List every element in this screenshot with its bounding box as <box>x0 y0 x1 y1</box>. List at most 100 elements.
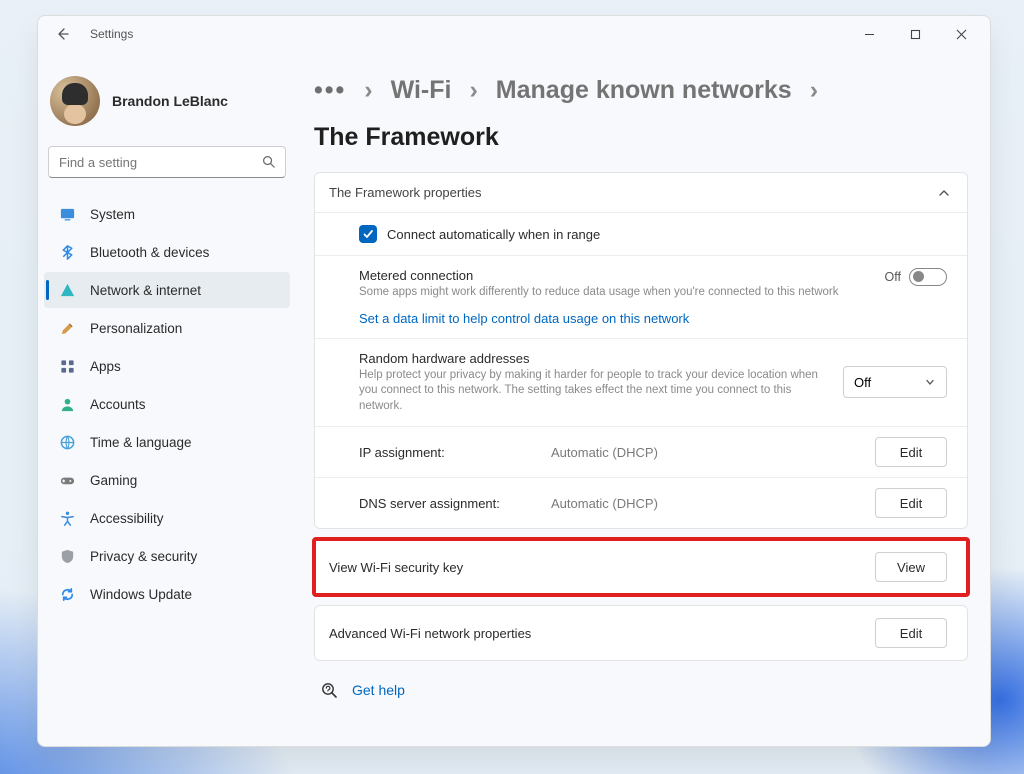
breadcrumb-overflow[interactable]: ••• <box>314 76 346 105</box>
ip-label: IP assignment: <box>359 445 539 460</box>
auto-connect-label: Connect automatically when in range <box>387 227 600 242</box>
accessibility-icon <box>58 509 76 527</box>
search-icon <box>261 154 276 169</box>
toggle-off-icon <box>909 268 947 286</box>
sidebar-item-label: Accounts <box>90 397 146 412</box>
metered-subtitle: Some apps might work differently to redu… <box>359 285 865 301</box>
chevron-right-icon: › <box>469 76 477 105</box>
ip-edit-button[interactable]: Edit <box>875 437 947 467</box>
panel-title: The Framework properties <box>329 185 481 200</box>
wifi-key-label: View Wi-Fi security key <box>329 560 463 575</box>
sidebar-item-time-language[interactable]: Time & language <box>44 424 290 460</box>
auto-connect-row: Connect automatically when in range <box>315 212 967 255</box>
window-controls <box>846 18 984 50</box>
dns-edit-button[interactable]: Edit <box>875 488 947 518</box>
chevron-right-icon: › <box>810 76 818 105</box>
sidebar-item-privacy[interactable]: Privacy & security <box>44 538 290 574</box>
metered-toggle-label: Off <box>885 270 901 284</box>
maximize-icon <box>910 29 921 40</box>
chevron-up-icon <box>937 186 951 200</box>
random-mac-subtitle: Help protect your privacy by making it h… <box>359 368 823 415</box>
close-icon <box>956 29 967 40</box>
random-mac-value: Off <box>854 375 871 390</box>
dns-value: Automatic (DHCP) <box>551 496 863 511</box>
minimize-button[interactable] <box>846 18 892 50</box>
minimize-icon <box>864 29 875 40</box>
sidebar-item-label: Apps <box>90 359 121 374</box>
help-icon <box>320 681 338 699</box>
breadcrumb-item[interactable]: Manage known networks <box>496 76 792 105</box>
get-help-link[interactable]: Get help <box>352 682 405 698</box>
search-input[interactable] <box>48 146 286 178</box>
metered-data-limit-link[interactable]: Set a data limit to help control data us… <box>359 311 947 326</box>
ip-value: Automatic (DHCP) <box>551 445 863 460</box>
privacy-icon <box>58 547 76 565</box>
sidebar-item-label: Time & language <box>90 435 192 450</box>
random-mac-title: Random hardware addresses <box>359 351 823 366</box>
sidebar-item-bluetooth[interactable]: Bluetooth & devices <box>44 234 290 270</box>
maximize-button[interactable] <box>892 18 938 50</box>
sidebar: Brandon LeBlanc System Bluetooth & devic… <box>38 52 302 746</box>
wifi-key-row: View Wi-Fi security key View <box>315 540 967 594</box>
sidebar-item-label: Network & internet <box>90 283 201 298</box>
sidebar-item-gaming[interactable]: Gaming <box>44 462 290 498</box>
breadcrumb: ••• › Wi-Fi › Manage known networks › Th… <box>314 76 968 152</box>
wifi-security-key-panel: View Wi-Fi security key View <box>314 539 968 595</box>
sidebar-item-label: Windows Update <box>90 587 192 602</box>
close-button[interactable] <box>938 18 984 50</box>
time-language-icon <box>58 433 76 451</box>
sidebar-item-accessibility[interactable]: Accessibility <box>44 500 290 536</box>
main: ••• › Wi-Fi › Manage known networks › Th… <box>302 52 990 746</box>
user-name: Brandon LeBlanc <box>112 93 228 109</box>
sidebar-item-label: System <box>90 207 135 222</box>
accounts-icon <box>58 395 76 413</box>
search <box>48 146 286 178</box>
metered-row: Metered connection Some apps might work … <box>315 255 967 338</box>
advanced-row: Advanced Wi-Fi network properties Edit <box>315 606 967 660</box>
ip-row: IP assignment: Automatic (DHCP) Edit <box>315 426 967 477</box>
wifi-key-view-button[interactable]: View <box>875 552 947 582</box>
breadcrumb-current: The Framework <box>314 123 499 152</box>
apps-icon <box>58 357 76 375</box>
chevron-down-icon <box>924 376 936 388</box>
personalization-icon <box>58 319 76 337</box>
advanced-label: Advanced Wi-Fi network properties <box>329 626 531 641</box>
get-help: Get help <box>320 681 968 699</box>
random-mac-row: Random hardware addresses Help protect y… <box>315 338 967 427</box>
system-icon <box>58 205 76 223</box>
check-icon <box>362 228 374 240</box>
sidebar-item-accounts[interactable]: Accounts <box>44 386 290 422</box>
breadcrumb-item[interactable]: Wi-Fi <box>391 76 452 105</box>
settings-window: Settings Brandon LeBlanc Syste <box>37 15 991 747</box>
avatar <box>50 76 100 126</box>
back-button[interactable] <box>52 23 74 45</box>
sidebar-item-label: Personalization <box>90 321 182 336</box>
sidebar-item-windows-update[interactable]: Windows Update <box>44 576 290 612</box>
sidebar-item-system[interactable]: System <box>44 196 290 232</box>
user-profile[interactable]: Brandon LeBlanc <box>44 70 290 132</box>
chevron-right-icon: › <box>364 76 372 105</box>
titlebar: Settings <box>38 16 990 52</box>
sidebar-item-network[interactable]: Network & internet <box>44 272 290 308</box>
panel-header[interactable]: The Framework properties <box>315 173 967 212</box>
bluetooth-icon <box>58 243 76 261</box>
network-icon <box>58 281 76 299</box>
nav: System Bluetooth & devices Network & int… <box>44 196 290 612</box>
arrow-left-icon <box>55 26 71 42</box>
auto-connect-checkbox[interactable] <box>359 225 377 243</box>
advanced-edit-button[interactable]: Edit <box>875 618 947 648</box>
gaming-icon <box>58 471 76 489</box>
sidebar-item-personalization[interactable]: Personalization <box>44 310 290 346</box>
sidebar-item-label: Gaming <box>90 473 137 488</box>
advanced-panel: Advanced Wi-Fi network properties Edit <box>314 605 968 661</box>
sidebar-item-label: Accessibility <box>90 511 164 526</box>
metered-toggle[interactable]: Off <box>885 268 947 286</box>
app-title: Settings <box>90 27 133 41</box>
dns-label: DNS server assignment: <box>359 496 539 511</box>
dns-row: DNS server assignment: Automatic (DHCP) … <box>315 477 967 528</box>
metered-title: Metered connection <box>359 268 865 283</box>
random-mac-select[interactable]: Off <box>843 366 947 398</box>
windows-update-icon <box>58 585 76 603</box>
sidebar-item-apps[interactable]: Apps <box>44 348 290 384</box>
sidebar-item-label: Privacy & security <box>90 549 197 564</box>
